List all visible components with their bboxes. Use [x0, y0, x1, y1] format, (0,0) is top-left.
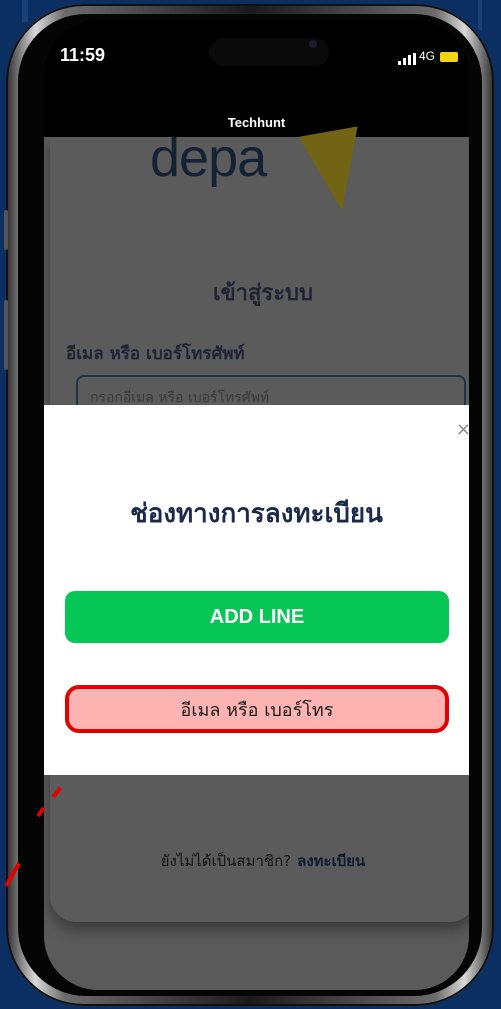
close-icon[interactable]: × [456, 419, 469, 440]
signup-link[interactable]: ลงทะเบียน [297, 852, 365, 870]
login-background: depa เข้าสู่ระบบ อีเมล หรือ เบอร์โทรศัพท… [44, 126, 469, 990]
volume-up-button [4, 210, 8, 250]
registration-modal: × ช่องทางการลงทะเบียน ADD LINE อีเมล หรื… [44, 405, 469, 775]
status-time: 11:59 [60, 45, 106, 65]
background-mark [22, 0, 28, 22]
signal-icon [398, 53, 416, 65]
background-mark [478, 0, 482, 30]
signup-prompt: ยังไม่ได้เป็นสมาชิก? [160, 852, 292, 870]
battery-icon [440, 52, 458, 62]
phone-screen: 11:59 4G Techhunt depa เข้าสู่ระบบ อีเมล… [44, 20, 469, 990]
depa-logo: depa [150, 128, 267, 188]
add-line-button[interactable]: ADD LINE [65, 591, 449, 643]
status-bar: 11:59 4G [44, 20, 469, 95]
signup-prompt-line: ยังไม่ได้เป็นสมาชิก? ลงทะเบียน [50, 849, 469, 873]
modal-title: ช่องทางการลงทะเบียน [130, 499, 383, 529]
camera-icon [309, 40, 317, 48]
email-field-label: อีเมล หรือ เบอร์โทรศัพท์ [66, 344, 245, 364]
login-title: เข้าสู่ระบบ [213, 281, 313, 306]
volume-down-button [4, 300, 8, 370]
logo-bolt-icon [298, 126, 372, 216]
network-type: 4G [419, 49, 436, 63]
email-or-phone-button[interactable]: อีเมล หรือ เบอร์โทร [65, 685, 449, 733]
